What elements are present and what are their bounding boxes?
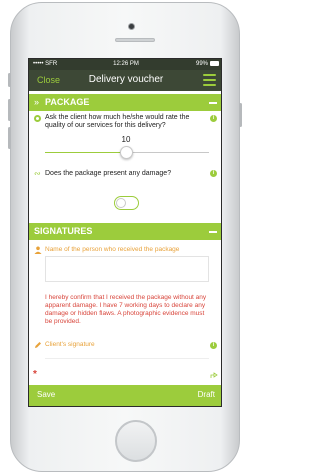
signatures-section-title: SIGNATURES — [34, 226, 93, 236]
toggle-knob — [116, 198, 126, 208]
damage-toggle[interactable] — [114, 196, 139, 210]
save-button[interactable]: Save — [37, 390, 55, 399]
draft-button[interactable]: Draft — [198, 390, 215, 399]
damage-icon: ∾ — [34, 169, 41, 178]
battery-percent: 99% — [195, 61, 208, 67]
silent-switch — [8, 73, 11, 87]
pencil-icon — [35, 342, 41, 348]
menu-icon[interactable] — [203, 74, 216, 86]
damage-question: Does the package present any damage? — [45, 170, 172, 177]
rating-question: Ask the client how much he/she would rat… — [45, 114, 190, 129]
signature-area[interactable] — [45, 358, 209, 359]
info-icon[interactable]: i — [210, 115, 217, 122]
volume-up-button — [8, 99, 11, 121]
info-icon[interactable]: i — [210, 170, 217, 177]
rating-slider-thumb[interactable] — [120, 146, 133, 159]
package-section-header[interactable]: » PACKAGE — [29, 94, 221, 111]
package-section-title: PACKAGE — [45, 97, 90, 107]
earpiece-speaker — [115, 38, 155, 42]
battery-icon — [210, 60, 219, 66]
client-signature-label: Client's signature — [45, 341, 95, 348]
rating-slider-fill — [45, 152, 127, 153]
person-icon — [34, 246, 42, 254]
rating-value: 10 — [121, 135, 131, 144]
chevron-icon: » — [34, 97, 40, 107]
bottom-bar: Save Draft — [29, 385, 221, 406]
signatures-section-header[interactable]: SIGNATURES — [29, 223, 221, 240]
receiver-name-input[interactable] — [45, 256, 209, 282]
question-bullet-icon — [34, 115, 41, 122]
volume-down-button — [8, 127, 11, 149]
app-screen: ••••• SFR 12:26 PM 99% Close Delivery vo… — [28, 58, 222, 407]
status-time: 12:26 PM — [113, 61, 139, 67]
power-button — [239, 103, 242, 127]
share-icon[interactable] — [210, 371, 218, 379]
confirmation-text: I hereby confirm that I received the pac… — [45, 294, 207, 325]
status-bar: ••••• SFR 12:26 PM 99% — [29, 59, 221, 70]
home-button[interactable] — [115, 420, 157, 462]
battery-indicator: 99% — [196, 59, 219, 70]
front-camera — [128, 23, 135, 30]
info-icon[interactable]: i — [210, 342, 217, 349]
collapse-icon[interactable] — [209, 231, 217, 233]
collapse-icon[interactable] — [209, 102, 217, 104]
nav-bar: Close Delivery voucher — [29, 70, 221, 91]
page-title: Delivery voucher — [88, 74, 164, 85]
required-marker: * — [33, 369, 37, 380]
receiver-name-label: Name of the person who received the pack… — [45, 246, 180, 253]
